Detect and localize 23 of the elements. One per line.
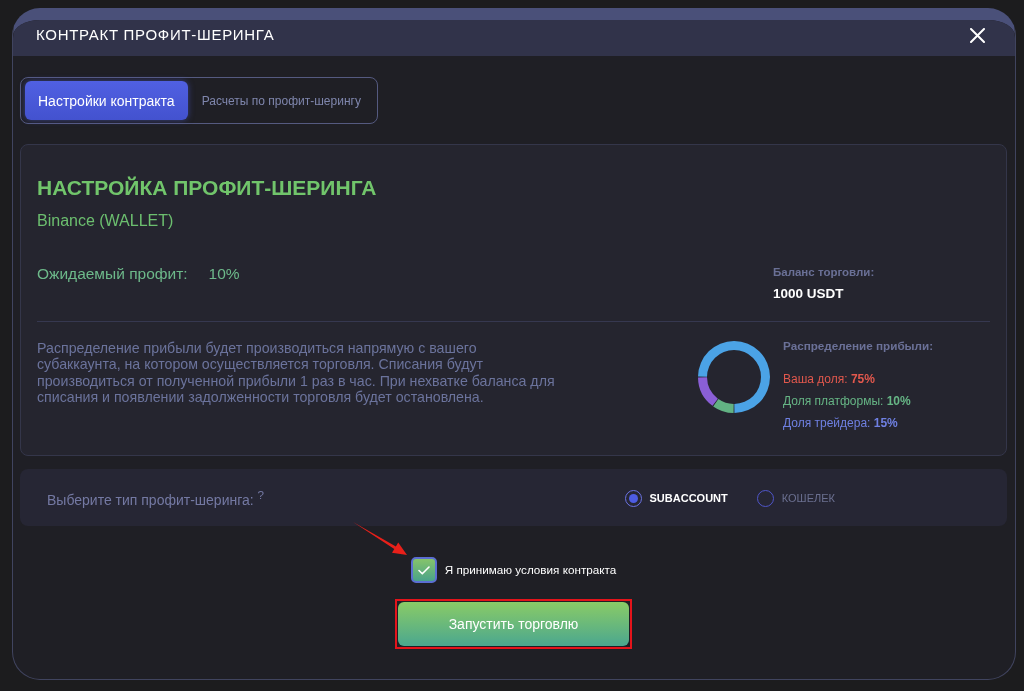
radio-label[interactable]: КОШЕЛЕК: [781, 491, 835, 505]
balance-value: 1000 USDT: [773, 286, 845, 302]
checkmark-icon: [417, 565, 430, 575]
legend-title: Распределение прибыли:: [783, 339, 935, 353]
window-title: КОНТРАКТ ПРОФИТ-ШЕРИНГА: [36, 26, 275, 44]
close-button[interactable]: [970, 28, 985, 43]
section-title: НАСТРОЙКА ПРОФИТ-ШЕРИНГА: [37, 176, 378, 200]
legend-item: Доля трейдера: 15%: [783, 416, 898, 430]
description-text: Распределение прибыли будет производиться напрямую с вашего субаккаунта, на котором осуществляется торговля. Списания будут производиться от полученной прибыли 1 раз в час. При нехватке баланса для списания и появлении задолженности торговля будет остановлена.: [37, 340, 556, 406]
legend-item: Доля платформы: 10%: [783, 394, 911, 408]
profit-label: Ожидаемый профит:: [37, 265, 188, 283]
exchange-name: Binance (WALLET): [37, 212, 175, 230]
radio-label[interactable]: SUBACCOUNT: [649, 491, 728, 505]
tab[interactable]: Настройки контракта: [25, 81, 188, 120]
tab[interactable]: Расчеты по профит-шерингу: [187, 81, 375, 120]
close-icon: [970, 28, 985, 43]
accept-checkbox[interactable]: [410, 557, 437, 583]
profit-value: 10%: [208, 265, 240, 283]
legend-item: Ваша доля: 75%: [783, 372, 875, 386]
pointer-arrow: [352, 522, 407, 555]
sharing-type-label: Выберите тип профит-шеринга: $^{?}$: [47, 487, 265, 508]
balance-label: Баланс торговли:: [773, 265, 876, 279]
checkbox-label[interactable]: Я принимаю условия контракта: [444, 563, 617, 577]
